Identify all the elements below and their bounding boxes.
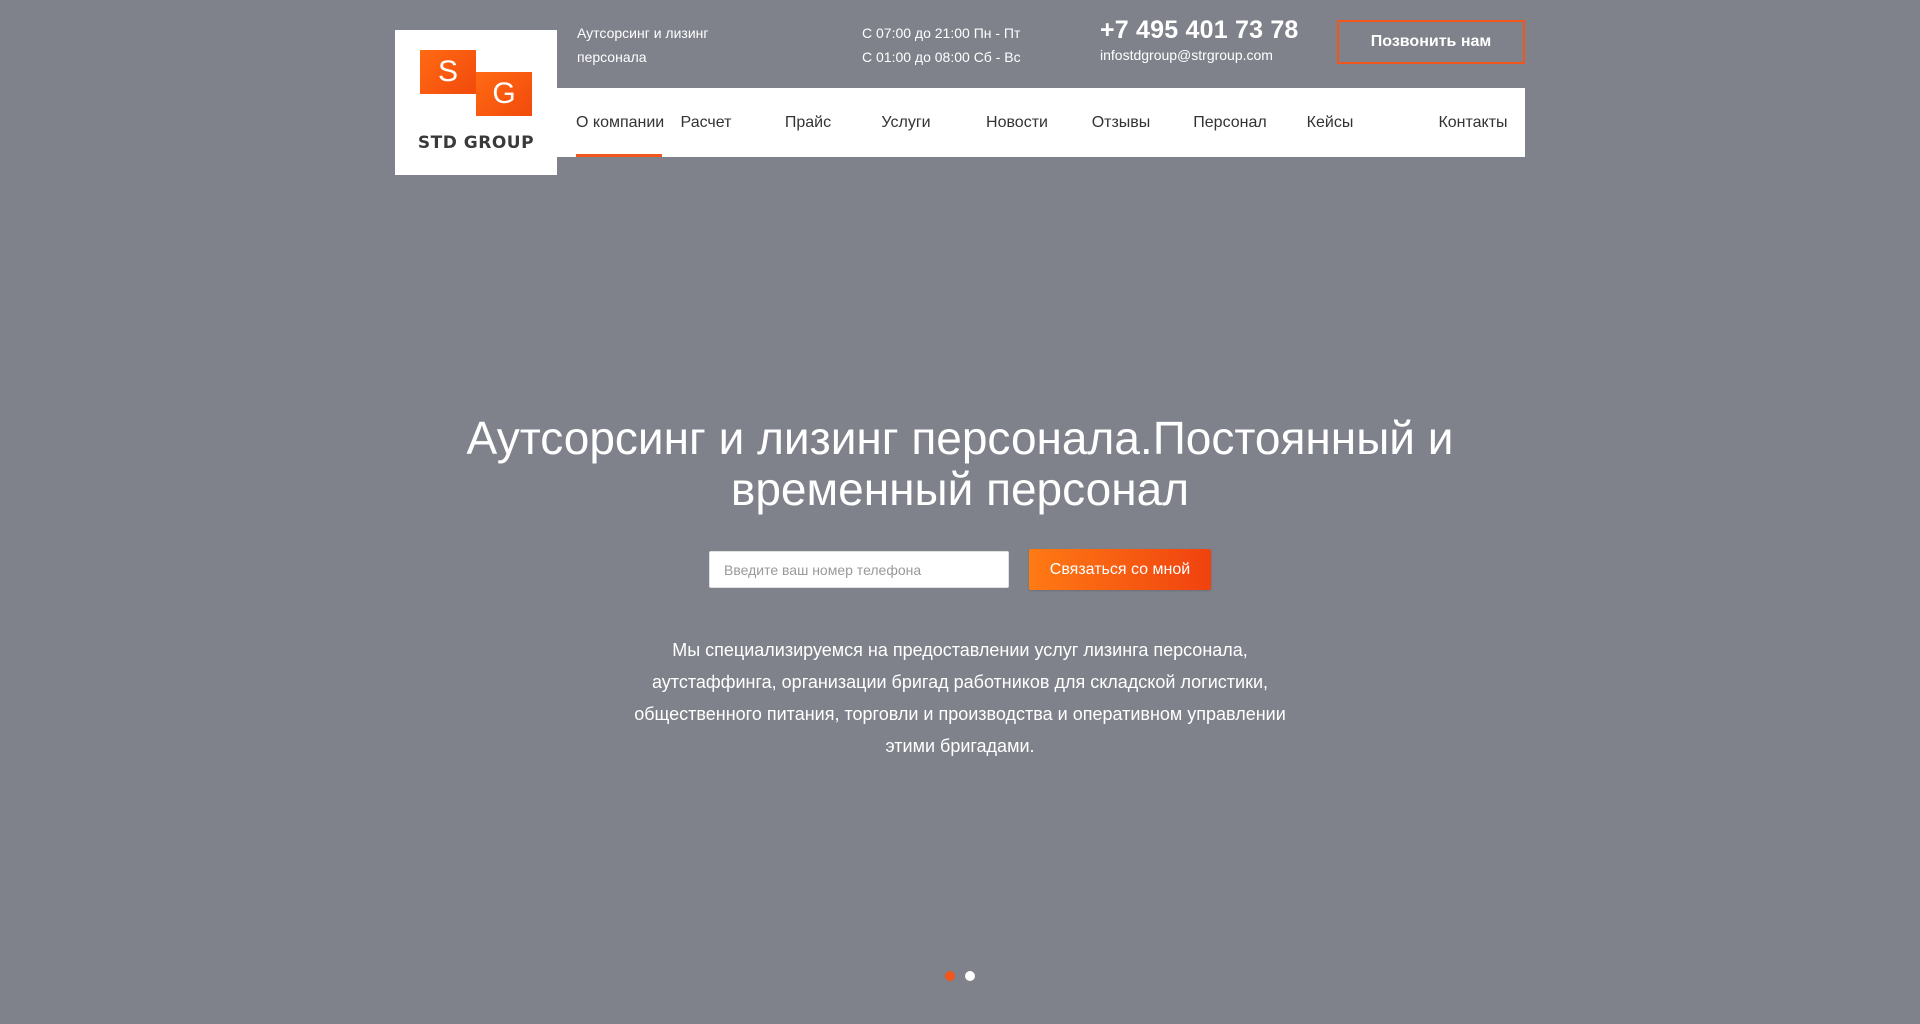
- working-hours: С 07:00 до 21:00 Пн - Пт С 01:00 до 08:0…: [862, 21, 1021, 69]
- nav-item-contacts[interactable]: Контакты: [1431, 88, 1515, 157]
- logo[interactable]: S G STD GROUP: [395, 30, 557, 175]
- nav-item-reviews[interactable]: Отзывы: [1085, 88, 1157, 157]
- main-nav: О компании Расчет Прайс Услуги Новости О…: [557, 88, 1525, 157]
- nav-item-news[interactable]: Новости: [976, 88, 1058, 157]
- nav-item-calculation[interactable]: Расчет: [670, 88, 742, 157]
- logo-letter-s: S: [420, 50, 476, 94]
- nav-item-price[interactable]: Прайс: [776, 88, 840, 157]
- call-us-button[interactable]: Позвонить нам: [1337, 20, 1525, 64]
- phone-number[interactable]: +7 495 401 73 78: [1100, 16, 1299, 45]
- logo-mark: S G: [420, 50, 532, 124]
- email-link[interactable]: infostdgroup@strgroup.com: [1100, 47, 1273, 63]
- nav-item-staff[interactable]: Персонал: [1190, 88, 1270, 157]
- hero-title: Аутсорсинг и лизинг персонала.Постоянный…: [466, 412, 1454, 515]
- slider-dot-2[interactable]: [965, 971, 975, 981]
- contact-me-button[interactable]: Связаться со мной: [1029, 549, 1211, 590]
- header-tagline: Аутсорсинг и лизинг персонала: [577, 25, 709, 65]
- logo-text: STD GROUP: [417, 133, 535, 153]
- nav-item-about[interactable]: О компании: [576, 88, 664, 157]
- hours-weekdays: С 07:00 до 21:00 Пн - Пт: [862, 25, 1021, 41]
- hours-weekend: С 01:00 до 08:00 Сб - Вс: [862, 49, 1021, 65]
- logo-letter-g: G: [476, 72, 532, 116]
- hero-description: Мы специализируемся на предоставлении ус…: [634, 640, 1286, 756]
- nav-item-cases[interactable]: Кейсы: [1298, 88, 1362, 157]
- phone-input[interactable]: [709, 551, 1009, 588]
- nav-item-services[interactable]: Услуги: [874, 88, 938, 157]
- slider-dot-1[interactable]: [945, 971, 955, 981]
